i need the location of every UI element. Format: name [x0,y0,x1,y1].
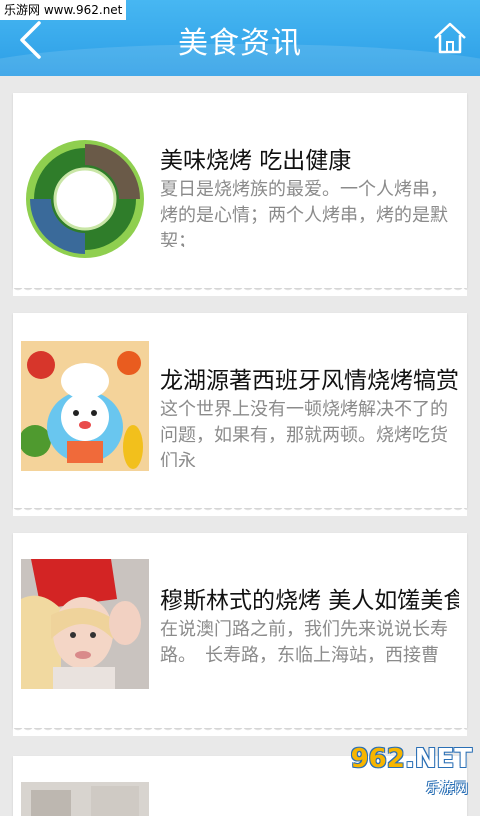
site-watermark: 乐游网 www.962.net [0,0,127,20]
news-summary: 这个世界上没有一顿烧烤解决不了的问题，如果有，那就两顿。烧烤吃货们永 [160,399,448,467]
news-thumbnail [21,782,149,816]
page-title: 美食资讯 [178,26,302,61]
home-icon [434,22,466,54]
site-logo: 962.NET 乐游网 [340,742,480,800]
logo-number: 962.NET [350,744,472,774]
news-title: 龙湖源著西班牙风情烧烤犒赏 [160,368,459,394]
card-edge [13,286,467,296]
news-title: 美味烧烤 吃出健康 [160,148,352,174]
home-button[interactable] [430,18,470,58]
news-summary: 夏日是烧烤族的最爱。一个人烤串，烤的是心情；两个人烤串，烤的是默契； [160,179,448,247]
news-thumbnail [21,559,149,689]
card-edge [13,726,467,736]
news-title: 穆斯林式的烧烤 美人如馐美食 [160,588,459,614]
news-card[interactable]: 穆斯林式的烧烤 美人如馐美食 在说澳门路之前，我们先来说说长寿路。 长寿路，东临… [13,533,467,736]
news-thumbnail [21,341,149,471]
card-edge [13,506,467,516]
news-thumbnail [21,133,149,263]
news-summary: 在说澳门路之前，我们先来说说长寿路。 长寿路，东临上海站，西接曹 [160,619,448,666]
news-card[interactable]: 美味烧烤 吃出健康 夏日是烧烤族的最爱。一个人烤串，烤的是心情；两个人烤串，烤的… [13,93,467,296]
news-card[interactable]: 龙湖源著西班牙风情烧烤犒赏 这个世界上没有一顿烧烤解决不了的问题，如果有，那就两… [13,313,467,516]
logo-subtitle: 乐游网 [426,781,468,797]
